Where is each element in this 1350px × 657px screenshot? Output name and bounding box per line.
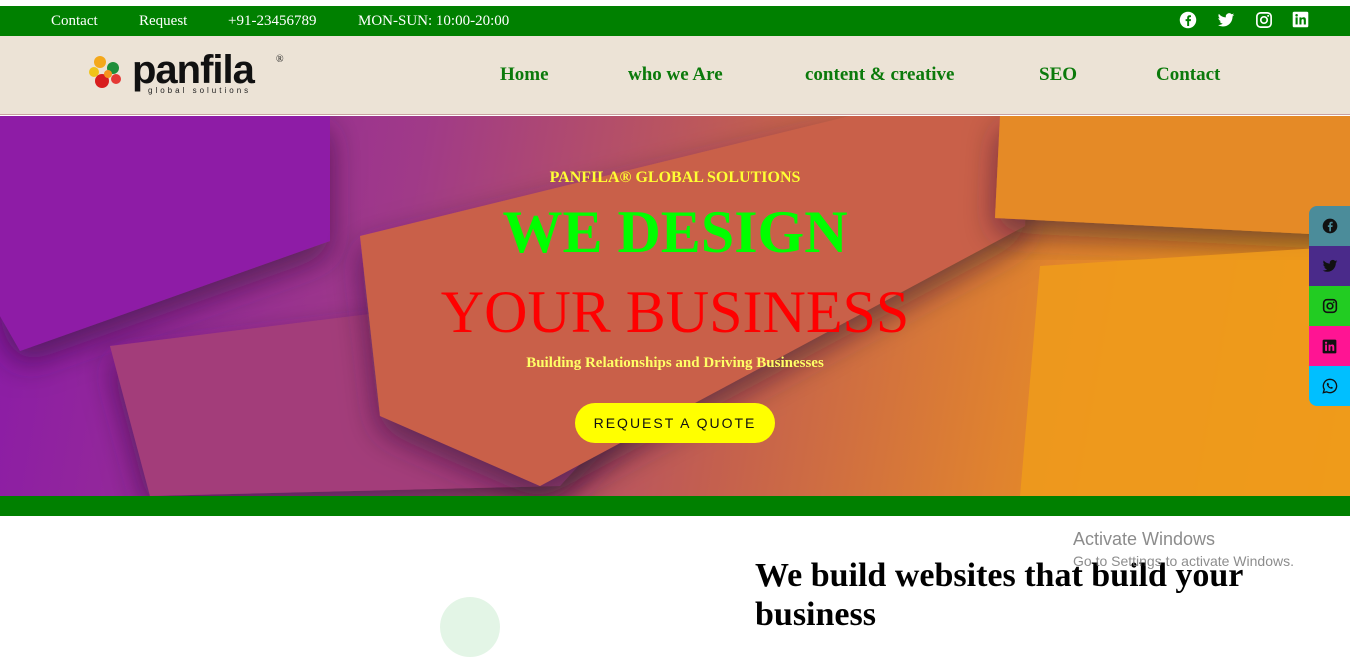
hero-tagline: Building Relationships and Driving Busin…	[526, 355, 824, 371]
activate-windows-title: Activate Windows	[1073, 529, 1216, 549]
hero-headline-1: WE DESIGN	[502, 199, 848, 265]
facebook-icon[interactable]	[1179, 11, 1199, 31]
twitter-icon[interactable]	[1217, 11, 1237, 31]
topbar-contact-link[interactable]: Contact	[51, 13, 98, 30]
nav-contact[interactable]: Contact	[1156, 64, 1220, 86]
float-instagram-icon[interactable]	[1309, 286, 1350, 326]
request-quote-button[interactable]: REQUEST A QUOTE	[575, 403, 775, 443]
topbar-hours: MON-SUN: 10:00-20:00	[358, 13, 510, 29]
hero-banner: PANFILA® GLOBAL SOLUTIONS WE DESIGN YOUR…	[0, 116, 1350, 496]
topbar-request-link[interactable]: Request	[139, 13, 187, 30]
logo-mark-icon	[89, 56, 121, 88]
floating-social-bar	[1309, 206, 1350, 406]
green-divider	[0, 496, 1350, 516]
brand-logo[interactable]: panfila global solutions ®	[88, 48, 288, 98]
instagram-icon[interactable]	[1255, 11, 1275, 31]
float-facebook-icon[interactable]	[1309, 206, 1350, 246]
top-bar: Contact Request +91-23456789 MON-SUN: 10…	[0, 6, 1350, 36]
linkedin-icon[interactable]	[1292, 11, 1312, 31]
brand-reg-mark: ®	[276, 54, 284, 65]
activate-windows-subtitle: Go to Settings to activate Windows.	[1073, 553, 1294, 569]
float-linkedin-icon[interactable]	[1309, 326, 1350, 366]
site-header: panfila global solutions ® Home who we A…	[0, 36, 1350, 115]
topbar-phone: +91-23456789	[228, 13, 317, 29]
nav-home[interactable]: Home	[500, 64, 549, 86]
float-whatsapp-icon[interactable]	[1309, 366, 1350, 406]
brand-tagline: global solutions	[148, 86, 252, 95]
hero-headline-2: YOUR BUSINESS	[440, 279, 910, 345]
hero-kicker: PANFILA® GLOBAL SOLUTIONS	[549, 169, 801, 186]
section-title-line2: business	[755, 596, 876, 633]
nav-who-we-are[interactable]: who we Are	[628, 64, 723, 86]
nav-content-creative[interactable]: content & creative	[805, 64, 954, 86]
nav-seo[interactable]: SEO	[1039, 64, 1077, 86]
decorative-circle	[440, 597, 500, 657]
float-twitter-icon[interactable]	[1309, 246, 1350, 286]
